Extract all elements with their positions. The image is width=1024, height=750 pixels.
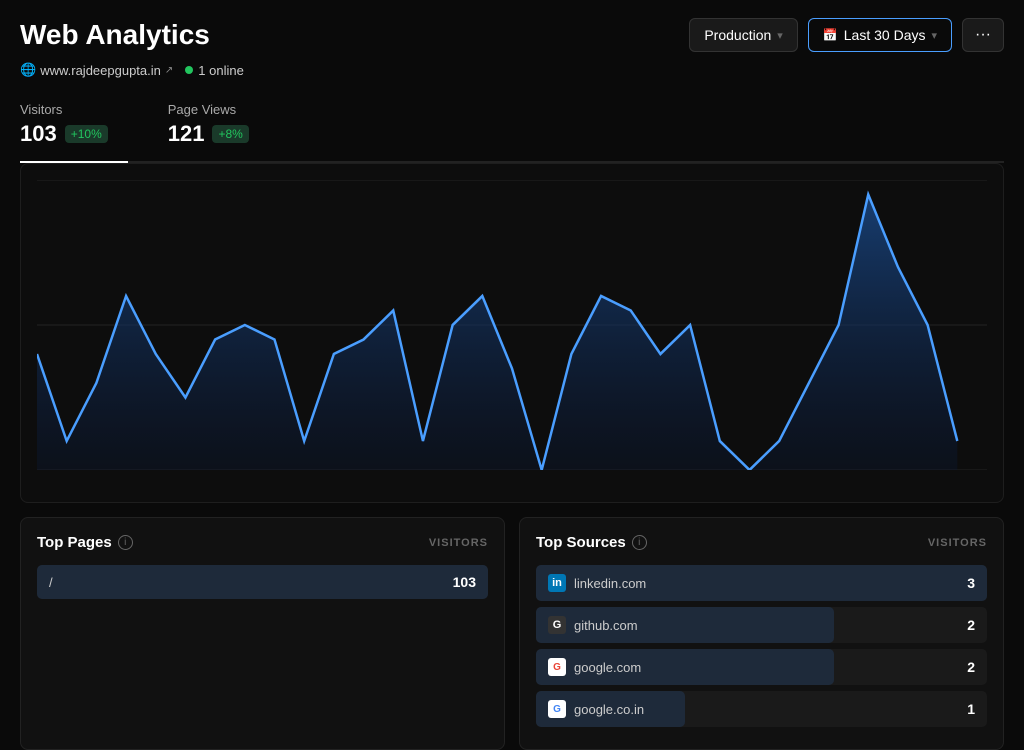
table-row[interactable]: / 103 — [37, 565, 488, 599]
top-sources-title-group: Top Sources i — [536, 534, 647, 551]
top-pages-header: Top Pages i VISITORS — [37, 534, 488, 551]
page-views-trend: +8% — [212, 125, 248, 143]
visitors-value-row: 103 +10% — [20, 121, 108, 147]
page-views-value: 121 — [168, 121, 205, 147]
source-visitors-count: 1 — [967, 701, 975, 717]
last-days-label: Last 30 Days — [844, 27, 926, 43]
top-sources-column-label: VISITORS — [928, 537, 987, 549]
github-icon: G — [548, 616, 566, 634]
more-options-button[interactable]: ··· — [962, 18, 1004, 52]
page-visitors-count: 103 — [453, 574, 476, 590]
online-indicator: 1 online — [185, 63, 244, 78]
top-pages-title: Top Pages — [37, 534, 112, 551]
calendar-icon: 📅 — [823, 28, 838, 42]
subheader: 🌐 www.rajdeepgupta.in ↗ 1 online — [0, 52, 1024, 78]
visitors-trend: +10% — [65, 125, 108, 143]
chevron-down-icon-2: ▾ — [931, 29, 937, 42]
top-sources-list: in linkedin.com 3 G github.com 2 G googl… — [536, 565, 987, 727]
source-visitors-count: 3 — [967, 575, 975, 591]
list-item[interactable]: in linkedin.com 3 — [536, 565, 987, 601]
page-path: / — [49, 575, 53, 590]
list-item[interactable]: G google.co.in 1 — [536, 691, 987, 727]
site-url[interactable]: 🌐 www.rajdeepgupta.in ↗ — [20, 62, 173, 78]
page-views-label: Page Views — [168, 102, 249, 117]
list-item[interactable]: G google.com 2 — [536, 649, 987, 685]
more-dots-label: ··· — [975, 27, 991, 43]
source-visitors-count: 2 — [967, 659, 975, 675]
online-dot-icon — [185, 66, 193, 74]
analytics-chart: 10 5 0 07/01 14/01 21/01 28/01 — [37, 180, 987, 470]
page-views-value-row: 121 +8% — [168, 121, 249, 147]
top-pages-title-group: Top Pages i — [37, 534, 133, 551]
bottom-panels: Top Pages i VISITORS / 103 Top Sources i… — [20, 517, 1004, 750]
google-co-icon: G — [548, 700, 566, 718]
header: Web Analytics Production ▾ 📅 Last 30 Day… — [0, 0, 1024, 52]
page-views-tab[interactable]: Page Views 121 +8% — [168, 90, 269, 161]
stats-tabs: Visitors 103 +10% Page Views 121 +8% — [20, 90, 1004, 163]
visitors-value: 103 — [20, 121, 57, 147]
external-link-icon: ↗ — [165, 65, 173, 76]
top-pages-list: / 103 — [37, 565, 488, 599]
source-name: github.com — [574, 618, 638, 633]
top-pages-panel: Top Pages i VISITORS / 103 — [20, 517, 505, 750]
source-name: linkedin.com — [574, 576, 646, 591]
top-sources-title: Top Sources — [536, 534, 626, 551]
chevron-down-icon: ▾ — [777, 29, 783, 42]
top-pages-column-label: VISITORS — [429, 537, 488, 549]
visitors-label: Visitors — [20, 102, 108, 117]
last-days-dropdown[interactable]: 📅 Last 30 Days ▾ — [808, 18, 952, 52]
list-item[interactable]: G github.com 2 — [536, 607, 987, 643]
linkedin-icon: in — [548, 574, 566, 592]
top-pages-info-icon[interactable]: i — [118, 535, 133, 550]
page-title: Web Analytics — [20, 19, 210, 51]
top-sources-header: Top Sources i VISITORS — [536, 534, 987, 551]
chart-container: 10 5 0 07/01 14/01 21/01 28/01 — [20, 163, 1004, 503]
visitors-tab[interactable]: Visitors 103 +10% — [20, 90, 128, 161]
production-dropdown[interactable]: Production ▾ — [689, 18, 797, 52]
production-label: Production — [704, 27, 771, 43]
top-sources-panel: Top Sources i VISITORS in linkedin.com 3… — [519, 517, 1004, 750]
top-sources-info-icon[interactable]: i — [632, 535, 647, 550]
source-name: google.co.in — [574, 702, 644, 717]
source-name: google.com — [574, 660, 641, 675]
google-icon: G — [548, 658, 566, 676]
header-controls: Production ▾ 📅 Last 30 Days ▾ ··· — [689, 18, 1004, 52]
globe-icon: 🌐 — [20, 62, 36, 78]
source-visitors-count: 2 — [967, 617, 975, 633]
